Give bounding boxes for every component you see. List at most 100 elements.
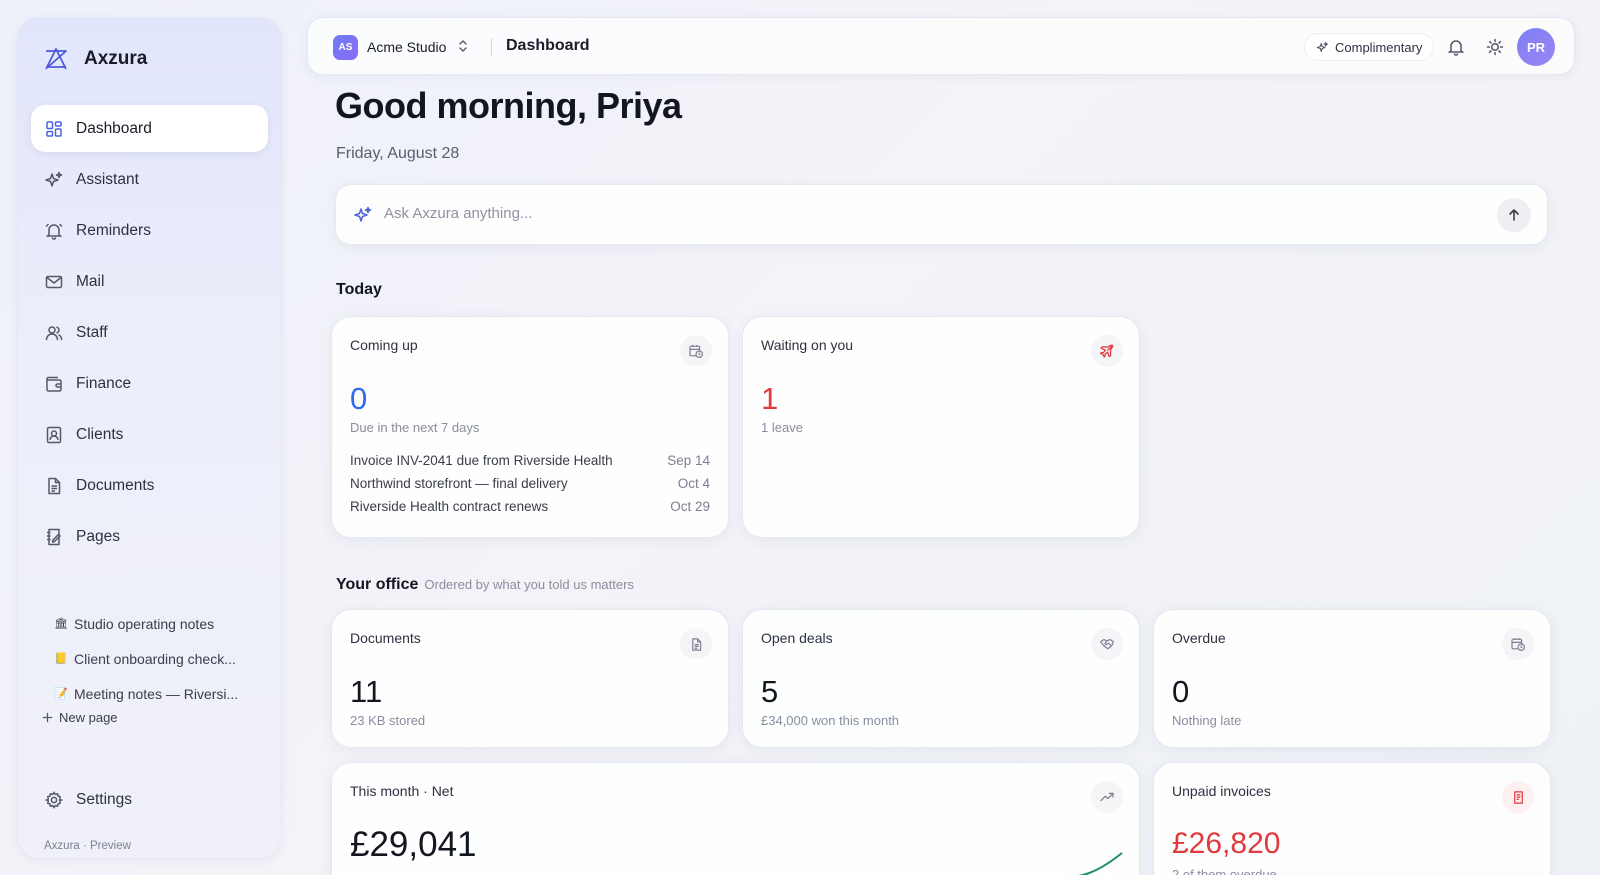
overdue-card[interactable]: Overdue 0 Nothing late	[1153, 609, 1551, 748]
sidebar-item-label: Reminders	[76, 221, 151, 239]
calendar-clock-icon	[1502, 628, 1534, 660]
list-item[interactable]: Riverside Health contract renews Oct 29	[350, 499, 710, 522]
deals-count: 5	[761, 674, 779, 709]
sidebar-item-label: Staff	[76, 323, 108, 341]
ask-input[interactable]: Ask Axzura anything...	[384, 205, 532, 222]
list-item-date: Sep 14	[667, 453, 710, 468]
ask-bar[interactable]: Ask Axzura anything...	[335, 184, 1548, 245]
contact-icon	[46, 426, 62, 443]
sidebar-item-label: Pages	[76, 527, 120, 545]
plane-icon	[1091, 335, 1123, 367]
coming-up-sub: Due in the next 7 days	[350, 420, 480, 435]
net-card[interactable]: This month · Net £29,041	[331, 762, 1140, 875]
page-item[interactable]: 📒 Client onboarding check...	[54, 641, 238, 676]
brand[interactable]: Axzura	[42, 45, 147, 73]
list-item[interactable]: Northwind storefront — final delivery Oct…	[350, 476, 710, 499]
chevron-updown-icon[interactable]	[457, 39, 469, 53]
coming-up-count: 0	[350, 381, 368, 416]
card-label: Waiting on you	[761, 337, 854, 353]
office-subtitle: Ordered by what you told us matters	[424, 577, 634, 592]
page-emoji: 🏛	[54, 618, 68, 630]
overdue-count: 0	[1172, 674, 1190, 709]
card-label: This month · Net	[350, 783, 454, 799]
gear-icon	[44, 791, 64, 809]
page-emoji: 📝	[54, 688, 68, 700]
unpaid-value: £26,820	[1172, 827, 1281, 860]
sidebar: Axzura Dashboard Assistant Reminders Mai…	[17, 17, 282, 859]
workspace-name[interactable]: Acme Studio	[367, 39, 446, 55]
grid-icon	[46, 120, 62, 137]
sidebar-item-settings[interactable]: Settings	[44, 790, 132, 810]
documents-sub: 23 KB stored	[350, 713, 426, 728]
card-label: Documents	[350, 630, 421, 646]
new-page-label: New page	[59, 710, 118, 725]
document-icon	[48, 477, 61, 494]
plus-icon	[42, 712, 53, 723]
greeting: Good morning, Priya	[335, 85, 682, 126]
documents-card[interactable]: Documents 11 23 KB stored	[331, 609, 729, 748]
invoice-icon	[1502, 781, 1534, 813]
sun-icon[interactable]	[1485, 37, 1505, 57]
bell-icon[interactable]	[1446, 37, 1466, 57]
sparkles-icon	[45, 171, 63, 187]
page-emoji: 📒	[54, 653, 68, 665]
page-item-label: Client onboarding check...	[74, 650, 236, 667]
deals-card[interactable]: Open deals 5 £34,000 won this month	[742, 609, 1140, 748]
sidebar-item-mail[interactable]: Mail	[31, 258, 268, 305]
office-title: Your office	[336, 576, 419, 593]
overdue-sub: Nothing late	[1172, 713, 1242, 728]
waiting-sub: 1 leave	[761, 420, 803, 435]
pages-list: 🏛 Studio operating notes 📒 Client onboar…	[54, 606, 238, 711]
workspace-badge[interactable]: AS	[333, 35, 358, 60]
trending-up-icon	[1091, 781, 1123, 813]
sidebar-item-clients[interactable]: Clients	[31, 411, 268, 458]
sidebar-item-assistant[interactable]: Assistant	[31, 156, 268, 203]
page-item[interactable]: 🏛 Studio operating notes	[54, 606, 238, 641]
sidebar-footer: Axzura · Preview	[44, 840, 131, 852]
waiting-card[interactable]: Waiting on you 1 1 leave	[742, 316, 1140, 538]
plan-badge[interactable]: Complimentary	[1304, 33, 1435, 61]
handshake-icon	[1091, 628, 1123, 660]
section-office-title: Your office Ordered by what you told us m…	[336, 576, 634, 594]
deals-sub: £34,000 won this month	[761, 713, 900, 728]
sidebar-item-staff[interactable]: Staff	[31, 309, 268, 356]
topbar: AS Acme Studio Dashboard Complimentary P…	[307, 17, 1575, 75]
unpaid-sub: 2 of them overdue	[1172, 867, 1277, 875]
sidebar-item-label: Mail	[76, 272, 105, 290]
coming-up-card[interactable]: Coming up 0 Due in the next 7 days Invoi…	[331, 316, 729, 538]
unpaid-card[interactable]: Unpaid invoices £26,820 2 of them overdu…	[1153, 762, 1551, 875]
list-item[interactable]: Invoice INV-2041 due from Riverside Heal…	[350, 453, 710, 476]
list-item-date: Oct 29	[670, 499, 710, 514]
topbar-divider	[491, 38, 492, 56]
list-item-text: Riverside Health contract renews	[350, 499, 549, 514]
calendar-clock-icon	[680, 335, 712, 367]
arrow-up-icon	[1509, 209, 1519, 221]
avatar[interactable]: PR	[1517, 28, 1555, 66]
card-label: Unpaid invoices	[1172, 783, 1271, 799]
axzura-logo-icon	[45, 48, 67, 70]
waiting-count: 1	[761, 381, 779, 416]
sidebar-item-label: Dashboard	[76, 119, 152, 137]
bell-icon	[45, 223, 63, 240]
sidebar-item-label: Documents	[76, 476, 155, 494]
sidebar-item-pages[interactable]: Pages	[31, 513, 268, 560]
new-page-button[interactable]: New page	[42, 710, 118, 725]
sidebar-item-dashboard[interactable]: Dashboard	[31, 105, 268, 152]
list-item-text: Northwind storefront — final delivery	[350, 476, 568, 491]
page-item-label: Studio operating notes	[74, 615, 215, 632]
sidebar-item-label: Assistant	[76, 170, 139, 188]
sidebar-item-finance[interactable]: Finance	[31, 360, 268, 407]
sidebar-item-reminders[interactable]: Reminders	[31, 207, 268, 254]
net-value: £29,041	[350, 825, 477, 864]
mail-icon	[45, 275, 63, 288]
send-button[interactable]	[1497, 198, 1531, 232]
sidebar-nav: Dashboard Assistant Reminders Mail Staff…	[31, 105, 268, 564]
sidebar-item-documents[interactable]: Documents	[31, 462, 268, 509]
page-item[interactable]: 📝 Meeting notes — Riversi...	[54, 676, 238, 711]
page-title: Dashboard	[506, 37, 590, 54]
list-item-date: Oct 4	[677, 476, 710, 491]
users-icon	[45, 325, 63, 340]
coming-up-list: Invoice INV-2041 due from Riverside Heal…	[350, 453, 710, 522]
page-item-label: Meeting notes — Riversi...	[74, 685, 239, 702]
sparkles-icon	[1316, 41, 1328, 52]
